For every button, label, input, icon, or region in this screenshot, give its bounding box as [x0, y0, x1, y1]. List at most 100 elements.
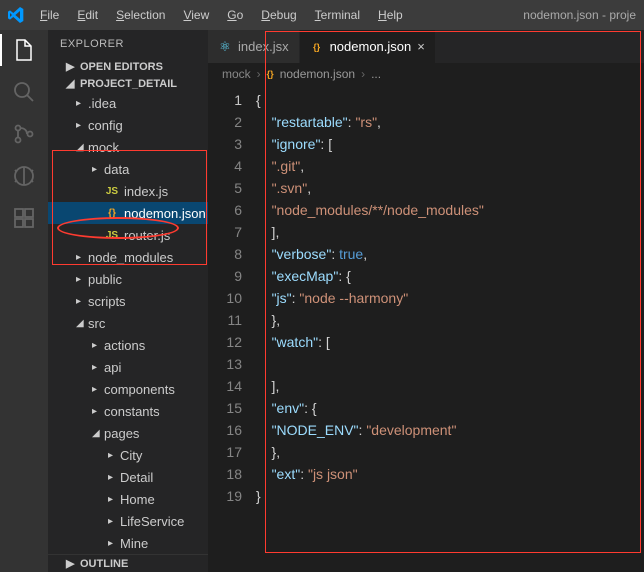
twisty-icon: ▸ [92, 406, 104, 417]
twisty-icon: ◢ [76, 142, 88, 153]
tree-item-scripts[interactable]: ▸scripts [48, 290, 208, 312]
tree-label: pages [104, 426, 139, 441]
titlebar: FileEditSelectionViewGoDebugTerminalHelp… [0, 0, 644, 30]
twisty-icon: ▸ [76, 120, 88, 131]
menu-bar: FileEditSelectionViewGoDebugTerminalHelp [32, 4, 411, 26]
project-section[interactable]: ◢ PROJECT_DETAIL [48, 75, 208, 92]
tree-item-index-js[interactable]: JS index.js [48, 180, 208, 202]
explorer-icon[interactable] [12, 38, 36, 62]
window-title: nodemon.json - proje [523, 8, 636, 22]
twisty-icon: ▸ [92, 384, 104, 395]
tree-label: src [88, 316, 105, 331]
vscode-logo-icon [8, 7, 24, 23]
tree-item-home[interactable]: ▸Home [48, 488, 208, 510]
tree-label: actions [104, 338, 145, 353]
tree-item-pages[interactable]: ◢pages [48, 422, 208, 444]
tree-item-public[interactable]: ▸public [48, 268, 208, 290]
react-icon: ⚛ [218, 39, 232, 55]
tab-nodemon-json[interactable]: {} nodemon.json × [300, 30, 436, 63]
menu-debug[interactable]: Debug [253, 4, 304, 26]
tree-label: constants [104, 404, 160, 419]
tree-label: .idea [88, 96, 116, 111]
breadcrumb-trail: ... [371, 67, 381, 81]
tree-item-data[interactable]: ▸data [48, 158, 208, 180]
twisty-icon: ▸ [108, 450, 120, 461]
menu-help[interactable]: Help [370, 4, 411, 26]
json-icon: {} [267, 69, 274, 79]
sidebar: EXPLORER ▶ OPEN EDITORS ◢ PROJECT_DETAIL… [48, 30, 208, 572]
extensions-icon[interactable] [12, 206, 36, 230]
menu-file[interactable]: File [32, 4, 67, 26]
chevron-down-icon: ◢ [66, 77, 76, 90]
tree-label: nodemon.json [124, 206, 206, 221]
open-editors-label: OPEN EDITORS [80, 61, 163, 73]
activity-bar [0, 30, 48, 572]
json-icon: {} [104, 208, 120, 219]
outline-section[interactable]: ▶ OUTLINE [48, 554, 208, 572]
breadcrumb-folder: mock [222, 67, 251, 81]
breadcrumb-file: nodemon.json [280, 67, 355, 81]
tree-label: Home [120, 492, 155, 507]
tree-item-config[interactable]: ▸config [48, 114, 208, 136]
tree-item-actions[interactable]: ▸actions [48, 334, 208, 356]
menu-terminal[interactable]: Terminal [307, 4, 368, 26]
tree-label: scripts [88, 294, 126, 309]
tree-item-node-modules[interactable]: ▸node_modules [48, 246, 208, 268]
twisty-icon: ◢ [92, 428, 104, 439]
tree-label: api [104, 360, 121, 375]
tree-item-lifeservice[interactable]: ▸LifeService [48, 510, 208, 532]
file-tree: ▸.idea▸config◢mock▸dataJSindex.js{}nodem… [48, 92, 208, 554]
editor-tabs: ⚛ index.jsx {} nodemon.json × [208, 30, 644, 63]
twisty-icon: ▸ [92, 340, 104, 351]
tree-label: mock [88, 140, 119, 155]
tree-item-city[interactable]: ▸City [48, 444, 208, 466]
tree-label: Detail [120, 470, 153, 485]
code-content[interactable]: { "restartable": "rs", "ignore": [ ".git… [256, 85, 644, 572]
chevron-right-icon: ▶ [66, 557, 76, 570]
search-icon[interactable] [12, 80, 36, 104]
json-icon: {} [310, 42, 324, 52]
tree-item-constants[interactable]: ▸constants [48, 400, 208, 422]
tree-item-api[interactable]: ▸api [48, 356, 208, 378]
chevron-right-icon: › [257, 67, 261, 81]
line-gutter: 12345678910111213141516171819 [208, 85, 256, 572]
tree-item-src[interactable]: ◢src [48, 312, 208, 334]
menu-go[interactable]: Go [219, 4, 251, 26]
tree-label: index.js [124, 184, 168, 199]
close-icon[interactable]: × [417, 39, 425, 54]
tree-item-mock[interactable]: ◢mock [48, 136, 208, 158]
tree-item-detail[interactable]: ▸Detail [48, 466, 208, 488]
tree-item-nodemon-json[interactable]: {} nodemon.json [48, 202, 208, 224]
tab-index-jsx[interactable]: ⚛ index.jsx [208, 30, 300, 63]
open-editors-section[interactable]: ▶ OPEN EDITORS [48, 58, 208, 75]
source-control-icon[interactable] [12, 122, 36, 146]
twisty-icon: ▸ [76, 98, 88, 109]
menu-view[interactable]: View [175, 4, 217, 26]
tab-label: nodemon.json [330, 39, 412, 54]
menu-edit[interactable]: Edit [69, 4, 106, 26]
tree-label: LifeService [120, 514, 184, 529]
twisty-icon: ▸ [108, 472, 120, 483]
outline-label: OUTLINE [80, 558, 128, 570]
sidebar-title: EXPLORER [48, 30, 208, 58]
tree-label: node_modules [88, 250, 173, 265]
js-icon: JS [104, 186, 120, 197]
menu-selection[interactable]: Selection [108, 4, 173, 26]
tree-item--idea[interactable]: ▸.idea [48, 92, 208, 114]
tree-label: public [88, 272, 122, 287]
tree-item-router-js[interactable]: JSrouter.js [48, 224, 208, 246]
twisty-icon: ◢ [76, 318, 88, 329]
tree-label: Mine [120, 536, 148, 551]
tab-label: index.jsx [238, 39, 289, 54]
debug-icon[interactable] [12, 164, 36, 188]
tree-label: City [120, 448, 142, 463]
tree-item-mine[interactable]: ▸Mine [48, 532, 208, 554]
twisty-icon: ▸ [108, 516, 120, 527]
breadcrumb[interactable]: mock › {} nodemon.json › ... [208, 63, 644, 85]
code-editor[interactable]: 12345678910111213141516171819 { "restart… [208, 85, 644, 572]
twisty-icon: ▸ [108, 494, 120, 505]
editor-area: ⚛ index.jsx {} nodemon.json × mock › {} node… [208, 30, 644, 572]
tree-item-components[interactable]: ▸components [48, 378, 208, 400]
twisty-icon: ▸ [92, 362, 104, 373]
js-icon: JS [104, 230, 120, 241]
